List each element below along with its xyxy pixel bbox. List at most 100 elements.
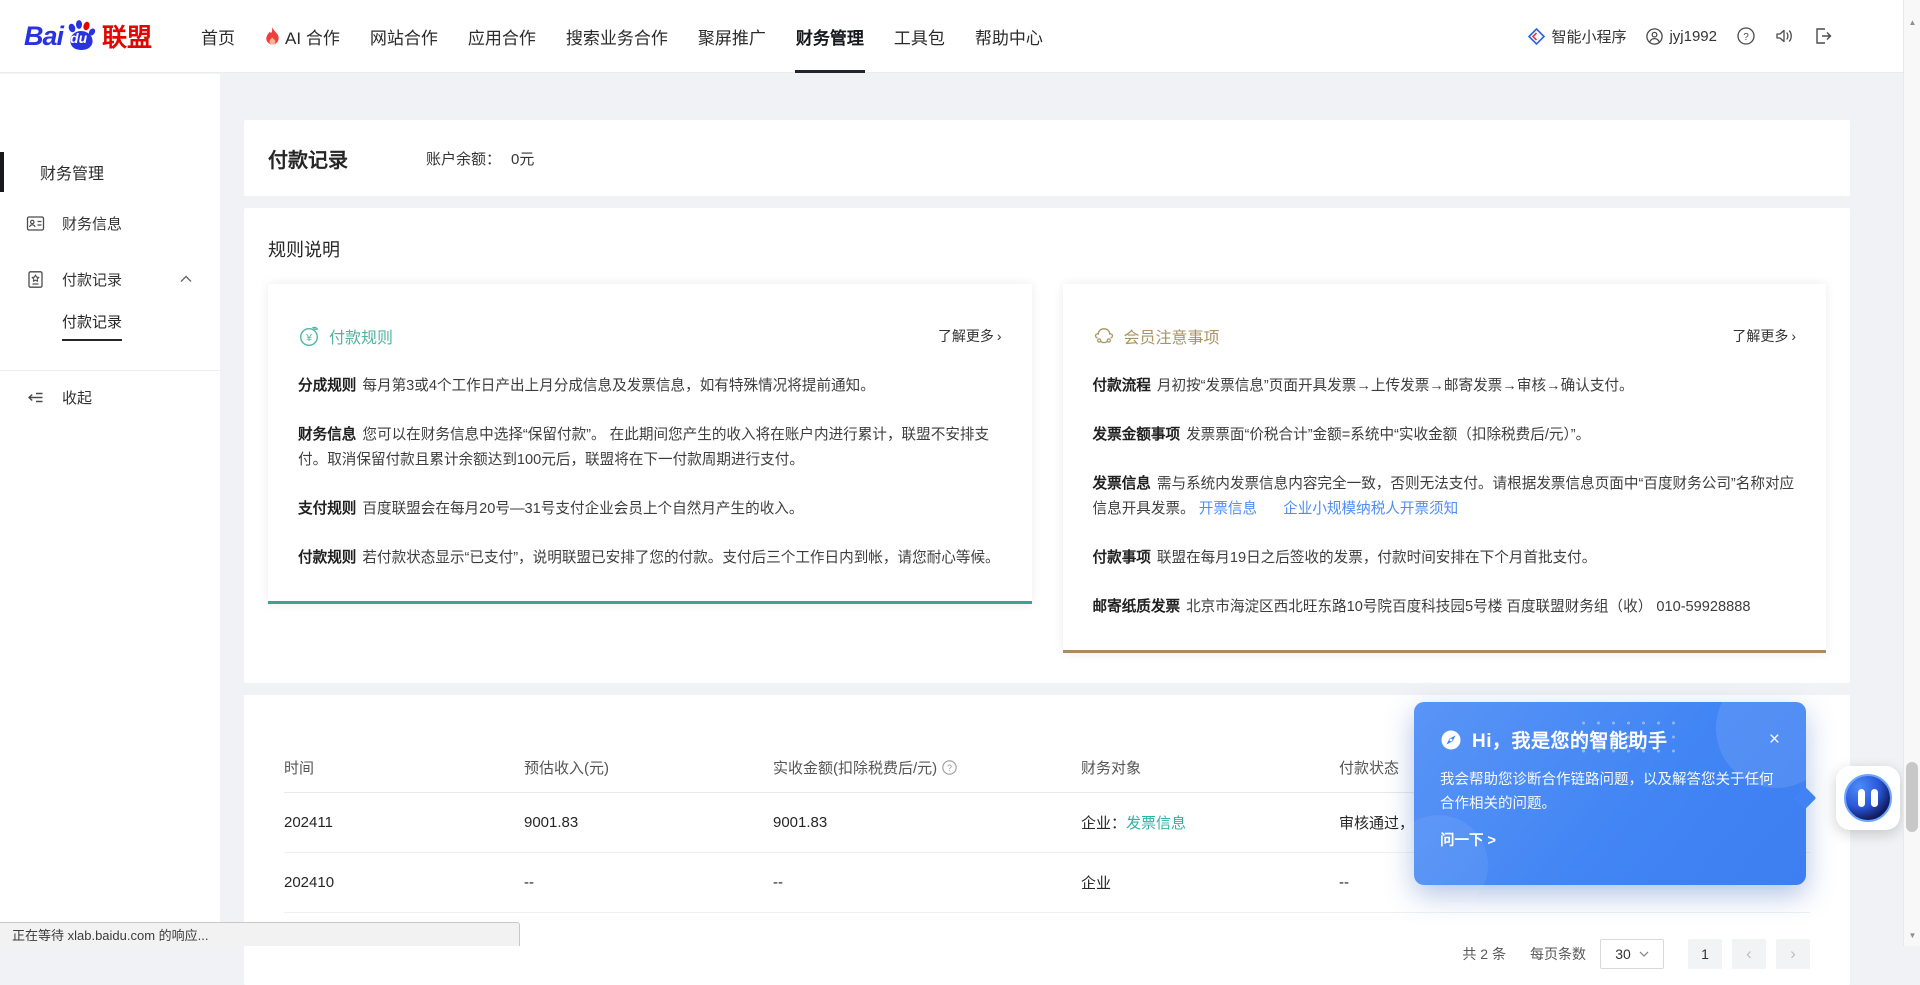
- payment-records-icon: [26, 270, 45, 289]
- robot-icon: [1844, 774, 1892, 822]
- cell-finance-target: 企业：发票信息: [1081, 812, 1339, 833]
- sidebar: 财务管理 财务信息 付款记录 付款记录 收起: [0, 74, 220, 946]
- status-text: 正在等待 xlab.baidu.com 的响应...: [12, 925, 209, 944]
- ask-now-link[interactable]: 问一下 >: [1440, 829, 1780, 850]
- scroll-up-arrow-icon[interactable]: ▲: [1904, 14, 1920, 31]
- chevron-right-icon: ›: [997, 328, 1002, 344]
- compass-icon: [1440, 729, 1462, 751]
- rules-panel: 规则说明 ¥ 付款规则 了解更多› 分成规则每月第3或4个工作日产出上月分成信息…: [244, 208, 1850, 683]
- member-service-icon: [1093, 325, 1115, 347]
- column-header-received-amount: 实收金额(扣除税费后/元) ?: [773, 757, 1081, 778]
- sidebar-section-finance-management[interactable]: 财务管理: [0, 152, 220, 192]
- miniprogram-icon: [1528, 28, 1545, 45]
- member-notes-more-link[interactable]: 了解更多›: [1732, 326, 1796, 346]
- per-page-label: 每页条数: [1530, 944, 1586, 964]
- topbar-right-group: 智能小程序 jyj1992 ?: [1528, 26, 1832, 47]
- nav-item-screen-promotion[interactable]: 聚屏推广: [683, 0, 781, 73]
- main-menu: 首页 AI 合作 网站合作 应用合作 搜索业务合作 聚屏推广 财务管理 工具包 …: [186, 0, 1058, 73]
- cell-received: 9001.83: [773, 814, 1081, 831]
- rules-section-title: 规则说明: [268, 236, 1826, 262]
- assistant-popup: Hi，我是您的智能助手 × 我会帮助您诊断合作链路问题，以及解答您关于任何合作相…: [1414, 702, 1806, 885]
- close-icon[interactable]: ×: [1769, 730, 1780, 749]
- invoice-info-link[interactable]: 开票信息: [1199, 501, 1257, 517]
- scroll-down-arrow-icon[interactable]: ▼: [1904, 927, 1920, 944]
- sidebar-item-finance-info[interactable]: 财务信息: [0, 198, 220, 248]
- rule-item: 支付规则百度联盟会在每月20号—31号支付企业会员上个自然月产生的收入。: [298, 497, 1002, 522]
- nav-item-help-center[interactable]: 帮助中心: [960, 0, 1058, 73]
- cell-time: 202410: [284, 874, 524, 891]
- baidu-paw-icon: du: [64, 19, 98, 53]
- payment-rules-card: ¥ 付款规则 了解更多› 分成规则每月第3或4个工作日产出上月分成信息及发票信息…: [268, 284, 1032, 604]
- user-account[interactable]: jyj1992: [1646, 28, 1717, 45]
- payment-rules-title: 付款规则: [329, 324, 393, 348]
- cell-estimated: --: [524, 874, 773, 891]
- svg-text:?: ?: [1743, 32, 1749, 43]
- nav-item-finance-management[interactable]: 财务管理: [781, 0, 879, 73]
- cell-estimated: 9001.83: [524, 814, 773, 831]
- member-notes-title: 会员注意事项: [1124, 324, 1220, 348]
- nav-item-home[interactable]: 首页: [186, 0, 250, 73]
- smart-miniprogram-link[interactable]: 智能小程序: [1528, 26, 1626, 47]
- username: jyj1992: [1669, 28, 1717, 45]
- total-count: 共 2 条: [1462, 944, 1506, 964]
- rule-item: 付款事项联盟在每月19日之后签收的发票，付款时间安排在下个月首批支付。: [1093, 546, 1797, 571]
- page-1-button[interactable]: 1: [1688, 939, 1722, 969]
- nav-item-search-cooperation[interactable]: 搜索业务合作: [551, 0, 683, 73]
- sidebar-subitem-payment-records[interactable]: 付款记录: [0, 304, 220, 348]
- flame-icon: [265, 27, 280, 45]
- column-header-time: 时间: [284, 757, 524, 778]
- cell-received: --: [773, 874, 1081, 891]
- finance-info-icon: [26, 214, 45, 233]
- rule-item: 邮寄纸质发票北京市海淀区西北旺东路10号院百度科技园5号楼 百度联盟财务组（收）…: [1093, 595, 1797, 620]
- nav-item-toolkit[interactable]: 工具包: [879, 0, 960, 73]
- column-header-finance-target: 财务对象: [1081, 757, 1339, 778]
- scrollbar[interactable]: ▲ ▼: [1903, 0, 1920, 946]
- previous-page-button[interactable]: ‹: [1732, 939, 1766, 969]
- browser-status-bar: 正在等待 xlab.baidu.com 的响应...: [0, 922, 520, 946]
- next-page-button[interactable]: ›: [1776, 939, 1810, 969]
- nav-item-app-cooperation[interactable]: 应用合作: [453, 0, 551, 73]
- cell-time: 202411: [284, 814, 524, 831]
- page-title: 付款记录: [268, 144, 348, 173]
- svg-text:¥: ¥: [305, 332, 312, 344]
- collapse-icon: [26, 388, 45, 407]
- logo-text-bai: Bai: [24, 21, 63, 52]
- rule-item: 付款流程月初按“发票信息”页面开具发票→上传发票→邮寄发票→审核→确认支付。: [1093, 374, 1797, 399]
- svg-text:?: ?: [947, 763, 952, 773]
- page-size-select[interactable]: 30: [1600, 939, 1664, 969]
- account-balance: 账户余额： 0元: [426, 148, 534, 169]
- page-header-panel: 付款记录 账户余额： 0元: [244, 120, 1850, 196]
- balance-label: 账户余额：: [426, 151, 501, 168]
- assistant-fab[interactable]: [1836, 766, 1900, 830]
- assistant-title: Hi，我是您的智能助手: [1472, 726, 1668, 753]
- chevron-up-icon[interactable]: [180, 275, 192, 283]
- chevron-right-icon: ›: [1791, 328, 1796, 344]
- coin-yuan-icon: ¥: [298, 325, 320, 347]
- rule-item: 付款规则若付款状态显示“已支付”，说明联盟已安排了您的付款。支付后三个工作日内到…: [298, 546, 1002, 571]
- nav-item-website-cooperation[interactable]: 网站合作: [355, 0, 453, 73]
- rule-item: 发票信息需与系统内发票信息内容完全一致，否则无法支付。请根据发票信息页面中“百度…: [1093, 472, 1797, 522]
- scrollbar-thumb[interactable]: [1906, 762, 1918, 832]
- column-header-estimated-income: 预估收入(元): [524, 757, 773, 778]
- assistant-message: 我会帮助您诊断合作链路问题，以及解答您关于任何合作相关的问题。: [1440, 768, 1780, 816]
- user-icon: [1646, 28, 1663, 45]
- rule-item: 财务信息您可以在财务信息中选择“保留付款”。 在此期间您产生的收入将在账户内进行…: [298, 423, 1002, 473]
- logout-icon[interactable]: [1814, 27, 1832, 45]
- top-navigation: Bai du 联盟 首页 AI 合作 网站合作 应用合作 搜索业务合作 聚屏推广…: [0, 0, 1920, 73]
- rule-item: 发票金额事项发票票面“价税合计”金额=系统中“实收金额（扣除税费后/元）”。: [1093, 423, 1797, 448]
- sound-icon[interactable]: [1775, 27, 1794, 45]
- small-taxpayer-notice-link[interactable]: 企业小规模纳税人开票须知: [1283, 501, 1458, 517]
- invoice-info-row-link[interactable]: 发票信息: [1126, 815, 1186, 832]
- sidebar-collapse-button[interactable]: 收起: [0, 371, 220, 423]
- help-icon[interactable]: ?: [1737, 27, 1755, 45]
- nav-item-ai-cooperation[interactable]: AI 合作: [250, 0, 355, 73]
- member-notes-card: 会员注意事项 了解更多› 付款流程月初按“发票信息”页面开具发票→上传发票→邮寄…: [1063, 284, 1827, 653]
- baidu-union-logo[interactable]: Bai du 联盟: [24, 18, 152, 54]
- cell-finance-target: 企业: [1081, 872, 1339, 893]
- rule-item: 分成规则每月第3或4个工作日产出上月分成信息及发票信息，如有特殊情况将提前通知。: [298, 374, 1002, 399]
- chevron-down-icon: [1639, 951, 1649, 957]
- sidebar-item-payment-records[interactable]: 付款记录: [0, 254, 220, 304]
- question-circle-icon[interactable]: ?: [942, 760, 957, 775]
- payment-rules-more-link[interactable]: 了解更多›: [938, 326, 1002, 346]
- balance-value: 0元: [511, 151, 534, 168]
